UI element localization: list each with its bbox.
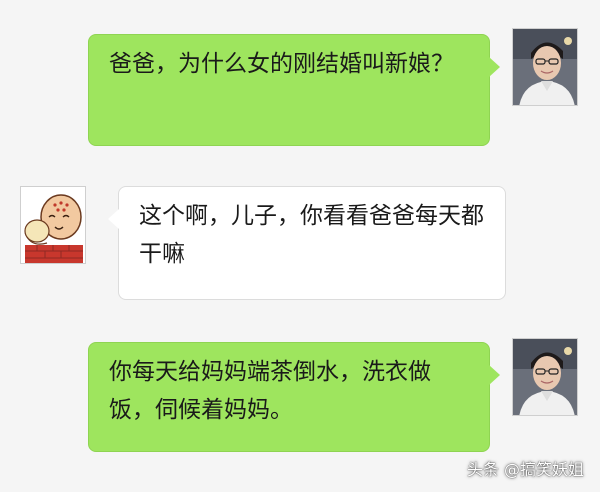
message-bubble-received: 这个啊，儿子，你看看爸爸每天都干嘛 bbox=[108, 186, 506, 300]
user-photo-avatar-icon[interactable] bbox=[512, 28, 578, 106]
message-bubble-sent: 你每天给妈妈端茶倒水，洗衣做饭，伺候着妈妈。 bbox=[88, 342, 500, 452]
message-text: 这个啊，儿子，你看看爸爸每天都干嘛 bbox=[139, 203, 484, 267]
message-text: 你每天给妈妈端茶倒水，洗衣做饭，伺候着妈妈。 bbox=[109, 359, 431, 423]
cartoon-elder-avatar-icon-graphic bbox=[21, 187, 85, 263]
cartoon-elder-avatar-icon[interactable] bbox=[20, 186, 86, 264]
user-photo-avatar-icon-graphic bbox=[513, 339, 577, 415]
message-bubble-sent: 爸爸，为什么女的刚结婚叫新娘？ bbox=[88, 34, 500, 146]
user-photo-avatar-icon[interactable] bbox=[512, 338, 578, 416]
watermark-text: 头条 @搞笑妖姐 bbox=[466, 460, 584, 479]
message-text: 爸爸，为什么女的刚结婚叫新娘？ bbox=[109, 51, 454, 77]
user-photo-avatar-icon-graphic bbox=[513, 29, 577, 105]
